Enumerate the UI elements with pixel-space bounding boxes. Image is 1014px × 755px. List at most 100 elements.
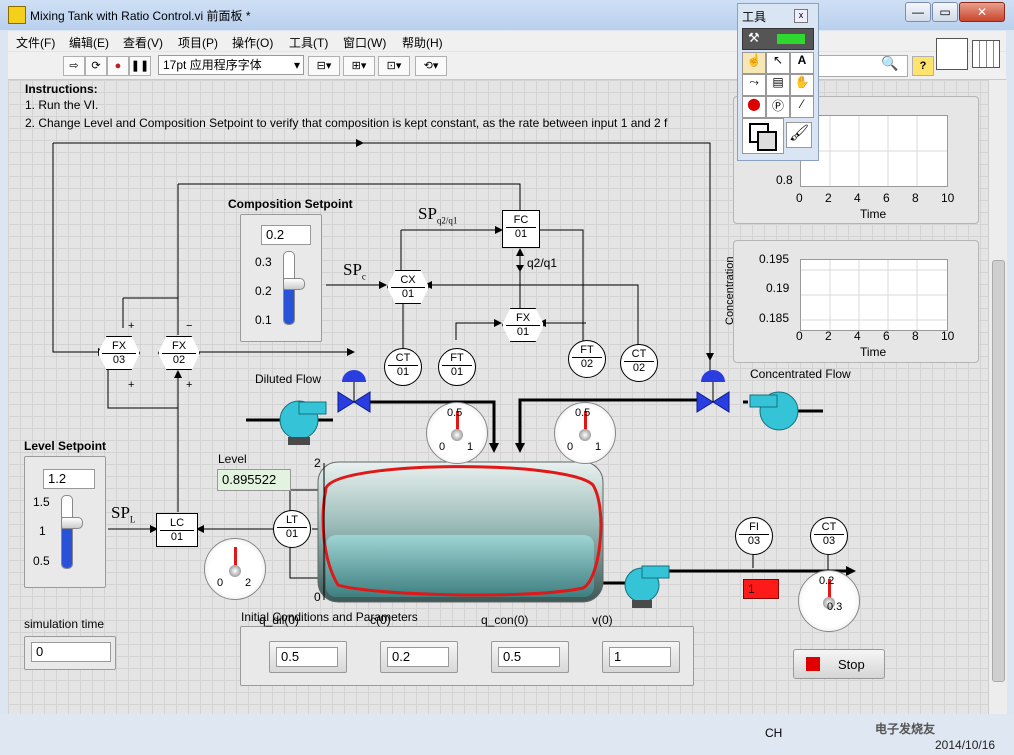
composition-setpoint-value[interactable]: 0.2	[261, 225, 311, 245]
edit-text-icon[interactable]: A	[790, 52, 814, 74]
level-setpoint-slider[interactable]: 1.2 1.5 1 0.5	[24, 456, 106, 588]
instrument-ct2-tag: CT	[624, 348, 654, 362]
scrollbar-thumb[interactable]	[992, 260, 1005, 682]
menu-project[interactable]: 项目(P)	[178, 34, 218, 51]
diluted-valve-icon	[337, 370, 371, 413]
param-control-1[interactable]: 0.2	[380, 641, 458, 673]
connect-wire-icon[interactable]: ⤳	[742, 74, 766, 96]
distribute-objects-icon[interactable]: ⊞▾	[343, 56, 375, 76]
auto-tool-selection-button[interactable]: ⚒	[742, 28, 814, 50]
search-icon[interactable]: 🔍	[881, 55, 898, 72]
instrument-fx1: FX 01	[502, 308, 544, 342]
graph-2-xlabel: Time	[860, 345, 887, 359]
instrument-cx-number: 01	[401, 288, 415, 300]
menu-operate[interactable]: 操作(O)	[232, 34, 273, 51]
maximize-button[interactable]: ▭	[932, 2, 958, 22]
instrument-lc-number: 01	[170, 531, 184, 543]
composition-slider-thumb[interactable]	[283, 278, 305, 291]
initial-conditions-cluster: q_dil(0) 0.5 c(0) 0.2 q_con(0) 0.5 v(0) 1	[240, 613, 694, 686]
composition-setpoint-label: Composition Setpoint	[228, 197, 353, 211]
instrument-fx3-tag: FX	[102, 340, 136, 354]
scroll-hand-icon[interactable]: ✋	[790, 74, 814, 96]
menu-tools[interactable]: 工具(T)	[289, 34, 328, 51]
instrument-lt: LT 01	[273, 510, 311, 548]
gauge-ct3: 0.2 0.3	[798, 570, 860, 632]
level-setpoint-value[interactable]: 1.2	[43, 469, 95, 489]
instrument-ct3-tag: CT	[814, 521, 844, 535]
menu-bar: 文件(F) 编辑(E) 查看(V) 项目(P) 操作(O) 工具(T) 窗口(W…	[8, 31, 1006, 51]
graph2-x-tick-2: 4	[854, 329, 861, 343]
menu-view[interactable]: 查看(V)	[123, 34, 163, 51]
gauge-ft1-label-right: 1	[467, 441, 474, 453]
gauge-lc: 02	[204, 538, 266, 600]
object-shortcut-menu-icon[interactable]: ▤	[766, 74, 790, 96]
param-control-2[interactable]: 0.5	[491, 641, 569, 673]
minimize-button[interactable]: —	[905, 2, 931, 22]
level-slider-thumb[interactable]	[61, 517, 83, 530]
param-control-3[interactable]: 1	[602, 641, 680, 673]
level-slider-track[interactable]	[61, 495, 73, 569]
font-selector-value: 17pt 应用程序字体	[163, 58, 262, 72]
run-continuously-icon[interactable]: ⟳	[85, 56, 107, 76]
param-value-0[interactable]: 0.5	[276, 647, 338, 667]
tools-palette-close-button[interactable]: x	[794, 9, 808, 23]
wrench-icon: ⚒	[748, 30, 760, 45]
tools-grid: ☝ ↖ A ⤳ ▤ ✋ ⬤ Ⓟ ⁄ 🖌	[742, 52, 814, 156]
comp-tick-0: 0.3	[255, 255, 272, 269]
pause-icon[interactable]: ❚❚	[129, 56, 151, 76]
probe-icon[interactable]: Ⓟ	[766, 96, 790, 118]
breakpoint-icon[interactable]: ⬤	[742, 96, 766, 118]
menu-edit[interactable]: 编辑(E)	[69, 34, 109, 51]
sp-text: SP	[111, 503, 130, 522]
instrument-fx1-number: 01	[516, 326, 530, 338]
composition-setpoint-slider[interactable]: 0.2 0.3 0.2 0.1	[240, 214, 322, 342]
set-color-icon[interactable]	[742, 118, 784, 154]
param-name-0: q_dil(0)	[259, 613, 300, 627]
param-value-2[interactable]: 0.5	[498, 647, 560, 667]
simulation-time-indicator: 0	[24, 636, 116, 670]
context-help-button[interactable]: ?	[912, 56, 934, 76]
gauge-ft1-hub	[451, 429, 463, 441]
param-control-0[interactable]: 0.5	[269, 641, 347, 673]
paint-brush-icon[interactable]: 🖌	[786, 122, 812, 148]
align-objects-icon[interactable]: ⊟▾	[308, 56, 340, 76]
stop-button[interactable]: Stop	[793, 649, 885, 679]
toolbar: ⇨ ⟳ ● ❚❚ 17pt 应用程序字体 ▾ ⊟▾ ⊞▾ ⊡▾ ⟲▾ 🔍 ?	[8, 38, 1006, 80]
param-value-3[interactable]: 1	[609, 647, 671, 667]
instrument-fx3-number: 03	[112, 354, 126, 366]
ime-indicator[interactable]: CH	[765, 726, 782, 740]
gauge-ft2: 0.5 0 1	[554, 402, 616, 464]
instrument-fc-tag: FC	[506, 214, 536, 228]
sp-l-subscript: L	[129, 514, 136, 525]
position-arrow-icon[interactable]: ↖	[766, 52, 790, 74]
menu-window[interactable]: 窗口(W)	[343, 34, 386, 51]
instrument-fx2-number: 02	[172, 354, 186, 366]
instrument-fi3: FI 03	[735, 517, 773, 555]
gauge-ft2-hub	[579, 429, 591, 441]
gauge-ft2-label-right: 1	[595, 441, 602, 453]
graph-2-y-tick-1: 0.19	[766, 281, 790, 295]
connector-pane-icon	[972, 40, 1000, 68]
resize-objects-icon[interactable]: ⊡▾	[378, 56, 410, 76]
graph2-x-tick-0: 0	[796, 329, 803, 343]
graph1-x-tick-1: 2	[825, 191, 832, 205]
operate-hand-icon[interactable]: ☝	[742, 52, 766, 74]
vertical-scrollbar[interactable]	[988, 80, 1007, 714]
close-button[interactable]: ✕	[959, 2, 1005, 22]
font-selector[interactable]: 17pt 应用程序字体 ▾	[158, 55, 304, 75]
menu-file[interactable]: 文件(F)	[16, 34, 55, 51]
color-picker-icon[interactable]: ⁄	[790, 96, 814, 118]
menu-help[interactable]: 帮助(H)	[402, 34, 443, 51]
param-value-1[interactable]: 0.2	[387, 647, 449, 667]
graph-2-y-tick-0: 0.195	[759, 252, 790, 266]
run-arrow-icon[interactable]: ⇨	[63, 56, 85, 76]
tools-palette-title: 工具	[742, 10, 767, 24]
reorder-icon[interactable]: ⟲▾	[415, 56, 447, 76]
instrument-ct1-number: 01	[396, 366, 410, 378]
instrument-fi3-tag: FI	[739, 521, 769, 535]
abort-icon[interactable]: ●	[107, 56, 129, 76]
vi-icon-pane	[936, 38, 968, 70]
instrument-fx2: FX 02	[158, 336, 200, 370]
instrument-lt-tag: LT	[277, 514, 307, 528]
gauge-ct3-label-top: 0.2	[819, 575, 835, 587]
